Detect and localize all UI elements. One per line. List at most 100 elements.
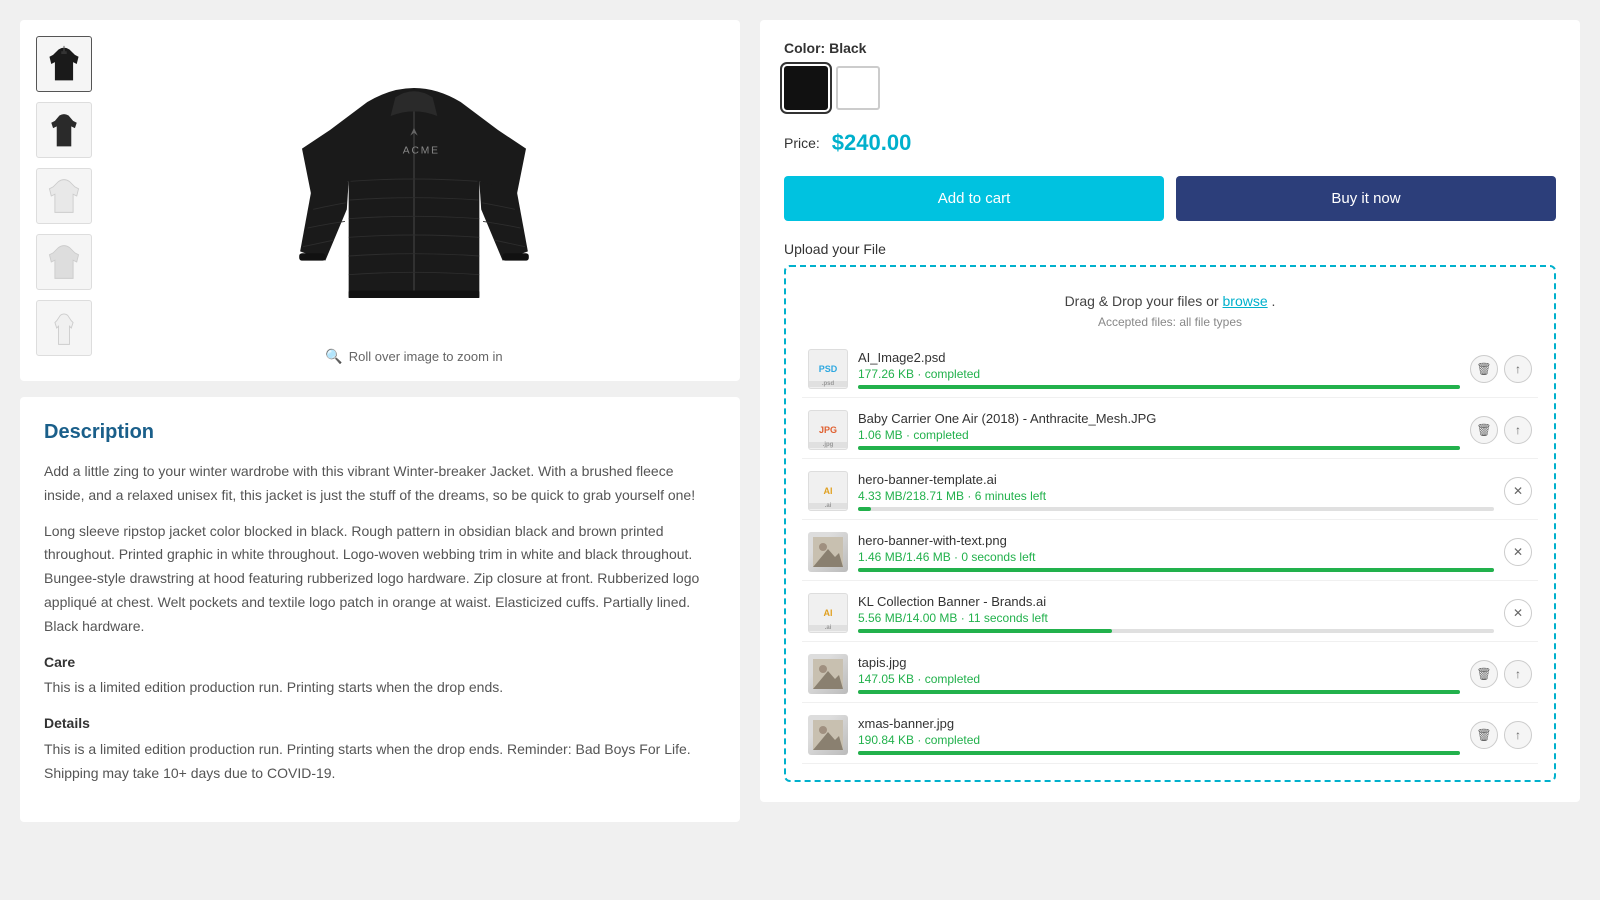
progress-bar-container bbox=[858, 690, 1460, 694]
thumbnail-5[interactable] bbox=[36, 300, 92, 356]
progress-bar bbox=[858, 629, 1112, 633]
dropzone-period: . bbox=[1272, 293, 1276, 309]
file-status: 147.05 KB · completed bbox=[858, 672, 1460, 686]
file-thumbnail bbox=[808, 532, 848, 572]
dropzone-subtext: Accepted files: all file types bbox=[802, 315, 1538, 329]
progress-bar bbox=[858, 507, 871, 511]
upload-dropzone[interactable]: Drag & Drop your files or browse . Accep… bbox=[784, 265, 1556, 782]
file-actions: ✕ bbox=[1504, 477, 1532, 505]
zoom-text: Roll over image to zoom in bbox=[349, 349, 503, 364]
reupload-button[interactable]: ↑ bbox=[1504, 355, 1532, 383]
file-thumbnail bbox=[808, 715, 848, 755]
file-actions: ✕ bbox=[1504, 599, 1532, 627]
progress-bar bbox=[858, 385, 1460, 389]
file-status: 190.84 KB · completed bbox=[858, 733, 1460, 747]
left-panel: ACME 🔍 Roll over image to zoom in bbox=[20, 20, 740, 822]
price-label: Price: bbox=[784, 135, 820, 151]
product-image-section: ACME 🔍 Roll over image to zoom in bbox=[20, 20, 740, 381]
file-item: tapis.jpg 147.05 KB · completed 🗑↑ bbox=[802, 646, 1538, 703]
progress-bar-container bbox=[858, 385, 1460, 389]
file-thumbnail: jpg .jpg bbox=[808, 410, 848, 450]
file-item: xmas-banner.jpg 190.84 KB · completed 🗑↑ bbox=[802, 707, 1538, 764]
file-info: Baby Carrier One Air (2018) - Anthracite… bbox=[858, 411, 1460, 450]
care-label: Care bbox=[44, 651, 716, 675]
cancel-button[interactable]: ✕ bbox=[1504, 477, 1532, 505]
cancel-button[interactable]: ✕ bbox=[1504, 538, 1532, 566]
file-item: ai .ai hero-banner-template.ai 4.33 MB/2… bbox=[802, 463, 1538, 520]
progress-bar-container bbox=[858, 446, 1460, 450]
file-actions: 🗑↑ bbox=[1470, 355, 1532, 383]
file-status: 5.56 MB/14.00 MB · 11 seconds left bbox=[858, 611, 1494, 625]
right-panel: Color: Black Price: $240.00 Add to cart … bbox=[760, 20, 1580, 822]
file-status: 1.46 MB/1.46 MB · 0 seconds left bbox=[858, 550, 1494, 564]
progress-bar bbox=[858, 690, 1460, 694]
desc-para1: Add a little zing to your winter wardrob… bbox=[44, 460, 716, 508]
file-name: xmas-banner.jpg bbox=[858, 716, 1460, 731]
action-buttons: Add to cart Buy it now bbox=[784, 176, 1556, 221]
file-list: psd .psd AI_Image2.psd 177.26 KB · compl… bbox=[802, 341, 1538, 764]
progress-bar-container bbox=[858, 568, 1494, 572]
thumbnail-1[interactable] bbox=[36, 36, 92, 92]
main-product-image: ACME bbox=[244, 36, 584, 336]
color-swatch-black[interactable] bbox=[784, 66, 828, 110]
file-status: 1.06 MB · completed bbox=[858, 428, 1460, 442]
file-info: tapis.jpg 147.05 KB · completed bbox=[858, 655, 1460, 694]
description-body: Add a little zing to your winter wardrob… bbox=[44, 460, 716, 786]
zoom-icon: 🔍 bbox=[325, 348, 342, 365]
file-info: hero-banner-with-text.png 1.46 MB/1.46 M… bbox=[858, 533, 1494, 572]
progress-bar bbox=[858, 446, 1460, 450]
file-name: hero-banner-template.ai bbox=[858, 472, 1494, 487]
delete-button[interactable]: 🗑 bbox=[1470, 660, 1498, 688]
description-title: Description bbox=[44, 421, 716, 444]
details-text: This is a limited edition production run… bbox=[44, 738, 716, 786]
color-label: Color: Black bbox=[784, 40, 1556, 56]
file-thumbnail bbox=[808, 654, 848, 694]
file-status: 177.26 KB · completed bbox=[858, 367, 1460, 381]
progress-bar bbox=[858, 568, 1494, 572]
reupload-button[interactable]: ↑ bbox=[1504, 721, 1532, 749]
thumbnail-2[interactable] bbox=[36, 102, 92, 158]
description-section: Description Add a little zing to your wi… bbox=[20, 397, 740, 822]
color-value: Black bbox=[829, 40, 866, 56]
care-text: This is a limited edition production run… bbox=[44, 676, 716, 700]
file-info: KL Collection Banner - Brands.ai 5.56 MB… bbox=[858, 594, 1494, 633]
desc-para2: Long sleeve ripstop jacket color blocked… bbox=[44, 520, 716, 639]
reupload-button[interactable]: ↑ bbox=[1504, 416, 1532, 444]
dropzone-header: Drag & Drop your files or browse . bbox=[802, 283, 1538, 315]
file-item: psd .psd AI_Image2.psd 177.26 KB · compl… bbox=[802, 341, 1538, 398]
price-row: Price: $240.00 bbox=[784, 130, 1556, 156]
file-name: Baby Carrier One Air (2018) - Anthracite… bbox=[858, 411, 1460, 426]
file-name: hero-banner-with-text.png bbox=[858, 533, 1494, 548]
file-item: jpg .jpg Baby Carrier One Air (2018) - A… bbox=[802, 402, 1538, 459]
thumbnail-4[interactable] bbox=[36, 234, 92, 290]
thumbnail-list bbox=[36, 36, 92, 365]
file-actions: ✕ bbox=[1504, 538, 1532, 566]
reupload-button[interactable]: ↑ bbox=[1504, 660, 1532, 688]
file-status: 4.33 MB/218.71 MB · 6 minutes left bbox=[858, 489, 1494, 503]
file-info: hero-banner-template.ai 4.33 MB/218.71 M… bbox=[858, 472, 1494, 511]
delete-button[interactable]: 🗑 bbox=[1470, 721, 1498, 749]
color-swatches bbox=[784, 66, 1556, 110]
file-name: tapis.jpg bbox=[858, 655, 1460, 670]
product-options: Color: Black Price: $240.00 Add to cart … bbox=[760, 20, 1580, 802]
add-to-cart-button[interactable]: Add to cart bbox=[784, 176, 1164, 221]
delete-button[interactable]: 🗑 bbox=[1470, 416, 1498, 444]
details-label: Details bbox=[44, 712, 716, 736]
buy-now-button[interactable]: Buy it now bbox=[1176, 176, 1556, 221]
zoom-hint: 🔍 Roll over image to zoom in bbox=[325, 348, 502, 365]
dropzone-browse-link[interactable]: browse bbox=[1223, 293, 1268, 309]
color-swatch-white[interactable] bbox=[836, 66, 880, 110]
cancel-button[interactable]: ✕ bbox=[1504, 599, 1532, 627]
progress-bar-container bbox=[858, 507, 1494, 511]
thumbnail-3[interactable] bbox=[36, 168, 92, 224]
price-value: $240.00 bbox=[832, 130, 912, 156]
file-info: AI_Image2.psd 177.26 KB · completed bbox=[858, 350, 1460, 389]
file-item: hero-banner-with-text.png 1.46 MB/1.46 M… bbox=[802, 524, 1538, 581]
delete-button[interactable]: 🗑 bbox=[1470, 355, 1498, 383]
dropzone-text: Drag & Drop your files or bbox=[1065, 293, 1219, 309]
file-thumbnail: psd .psd bbox=[808, 349, 848, 389]
file-actions: 🗑↑ bbox=[1470, 416, 1532, 444]
progress-bar bbox=[858, 751, 1460, 755]
file-thumbnail: ai .ai bbox=[808, 593, 848, 633]
svg-text:ACME: ACME bbox=[403, 145, 440, 156]
